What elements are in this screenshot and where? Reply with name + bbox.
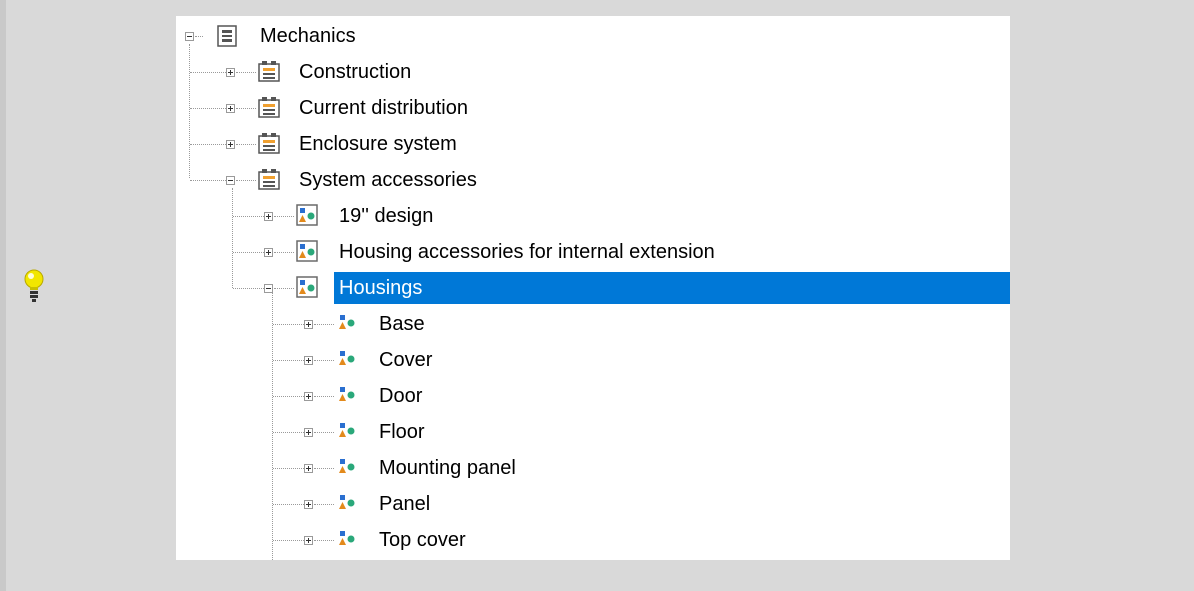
- expand-toggle-icon[interactable]: [264, 212, 273, 221]
- tree-node-label: Top cover: [379, 529, 466, 551]
- collapse-toggle-icon[interactable]: [226, 176, 235, 185]
- tree-node-construction[interactable]: Construction: [176, 54, 1010, 90]
- tree-node-label: Housing accessories for internal extensi…: [339, 241, 715, 263]
- tree-node-label: System accessories: [299, 169, 477, 191]
- expand-toggle-icon[interactable]: [304, 500, 313, 509]
- product-icon: [339, 423, 355, 437]
- folder-group-icon: [258, 97, 280, 118]
- window-left-edge: [0, 0, 6, 591]
- expand-toggle-icon[interactable]: [304, 464, 313, 473]
- product-icon: [339, 351, 355, 365]
- tree-node-housing-accessories[interactable]: Housing accessories for internal extensi…: [176, 234, 1010, 270]
- tree-node-label-selected: Housings: [334, 272, 1010, 304]
- expand-toggle-icon[interactable]: [304, 356, 313, 365]
- collapse-toggle-icon[interactable]: [185, 32, 194, 41]
- tree-node-label: Base: [379, 313, 425, 335]
- tree-node-label: Cover: [379, 349, 433, 371]
- tree-node-label: Enclosure system: [299, 133, 457, 155]
- product-icon: [339, 531, 355, 545]
- tree-node-label: 19'' design: [339, 205, 434, 227]
- tree-node-system-accessories[interactable]: System accessories: [176, 162, 1010, 198]
- expand-toggle-icon[interactable]: [226, 68, 235, 77]
- product-icon: [339, 459, 355, 473]
- catalog-root-icon: [217, 25, 237, 47]
- tree-node-label: Mounting panel: [379, 457, 516, 479]
- product-group-icon: [296, 276, 318, 298]
- lightbulb-icon[interactable]: [22, 266, 46, 308]
- tree-node-base[interactable]: Base: [176, 306, 1010, 342]
- product-group-icon: [296, 240, 318, 262]
- expand-toggle-icon[interactable]: [304, 536, 313, 545]
- folder-group-icon: [258, 169, 280, 190]
- collapse-toggle-icon[interactable]: [264, 284, 273, 293]
- tree-node-label: Floor: [379, 421, 425, 443]
- product-icon: [339, 495, 355, 509]
- expand-toggle-icon[interactable]: [264, 248, 273, 257]
- product-group-icon: [296, 204, 318, 226]
- tree-node-label: Construction: [299, 61, 412, 83]
- folder-group-icon: [258, 61, 280, 82]
- product-icon: [339, 387, 355, 401]
- expand-toggle-icon[interactable]: [304, 392, 313, 401]
- expand-toggle-icon[interactable]: [304, 428, 313, 437]
- tree-node-label: Door: [379, 385, 423, 407]
- tree-node-label: Panel: [379, 493, 431, 515]
- tree-node-top-cover[interactable]: Top cover: [176, 522, 1010, 558]
- folder-group-icon: [258, 133, 280, 154]
- tree-node-housings[interactable]: Housings: [176, 270, 1010, 306]
- tree-node-mechanics[interactable]: Mechanics: [176, 18, 1010, 54]
- tree-node-panel[interactable]: Panel: [176, 486, 1010, 522]
- expand-toggle-icon[interactable]: [226, 104, 235, 113]
- tree-node-label: Mechanics: [260, 25, 356, 47]
- expand-toggle-icon[interactable]: [304, 320, 313, 329]
- tree-node-mounting-panel[interactable]: Mounting panel: [176, 450, 1010, 486]
- tree-node-enclosure-system[interactable]: Enclosure system: [176, 126, 1010, 162]
- tree-node-current-distribution[interactable]: Current distribution: [176, 90, 1010, 126]
- tree-node-cover[interactable]: Cover: [176, 342, 1010, 378]
- product-icon: [339, 315, 355, 329]
- expand-toggle-icon[interactable]: [226, 140, 235, 149]
- catalog-tree[interactable]: Mechanics Construction Current distribut…: [176, 16, 1010, 560]
- tree-node-floor[interactable]: Floor: [176, 414, 1010, 450]
- tree-node-door[interactable]: Door: [176, 378, 1010, 414]
- tree-node-19-design[interactable]: 19'' design: [176, 198, 1010, 234]
- tree-node-label: Current distribution: [299, 97, 468, 119]
